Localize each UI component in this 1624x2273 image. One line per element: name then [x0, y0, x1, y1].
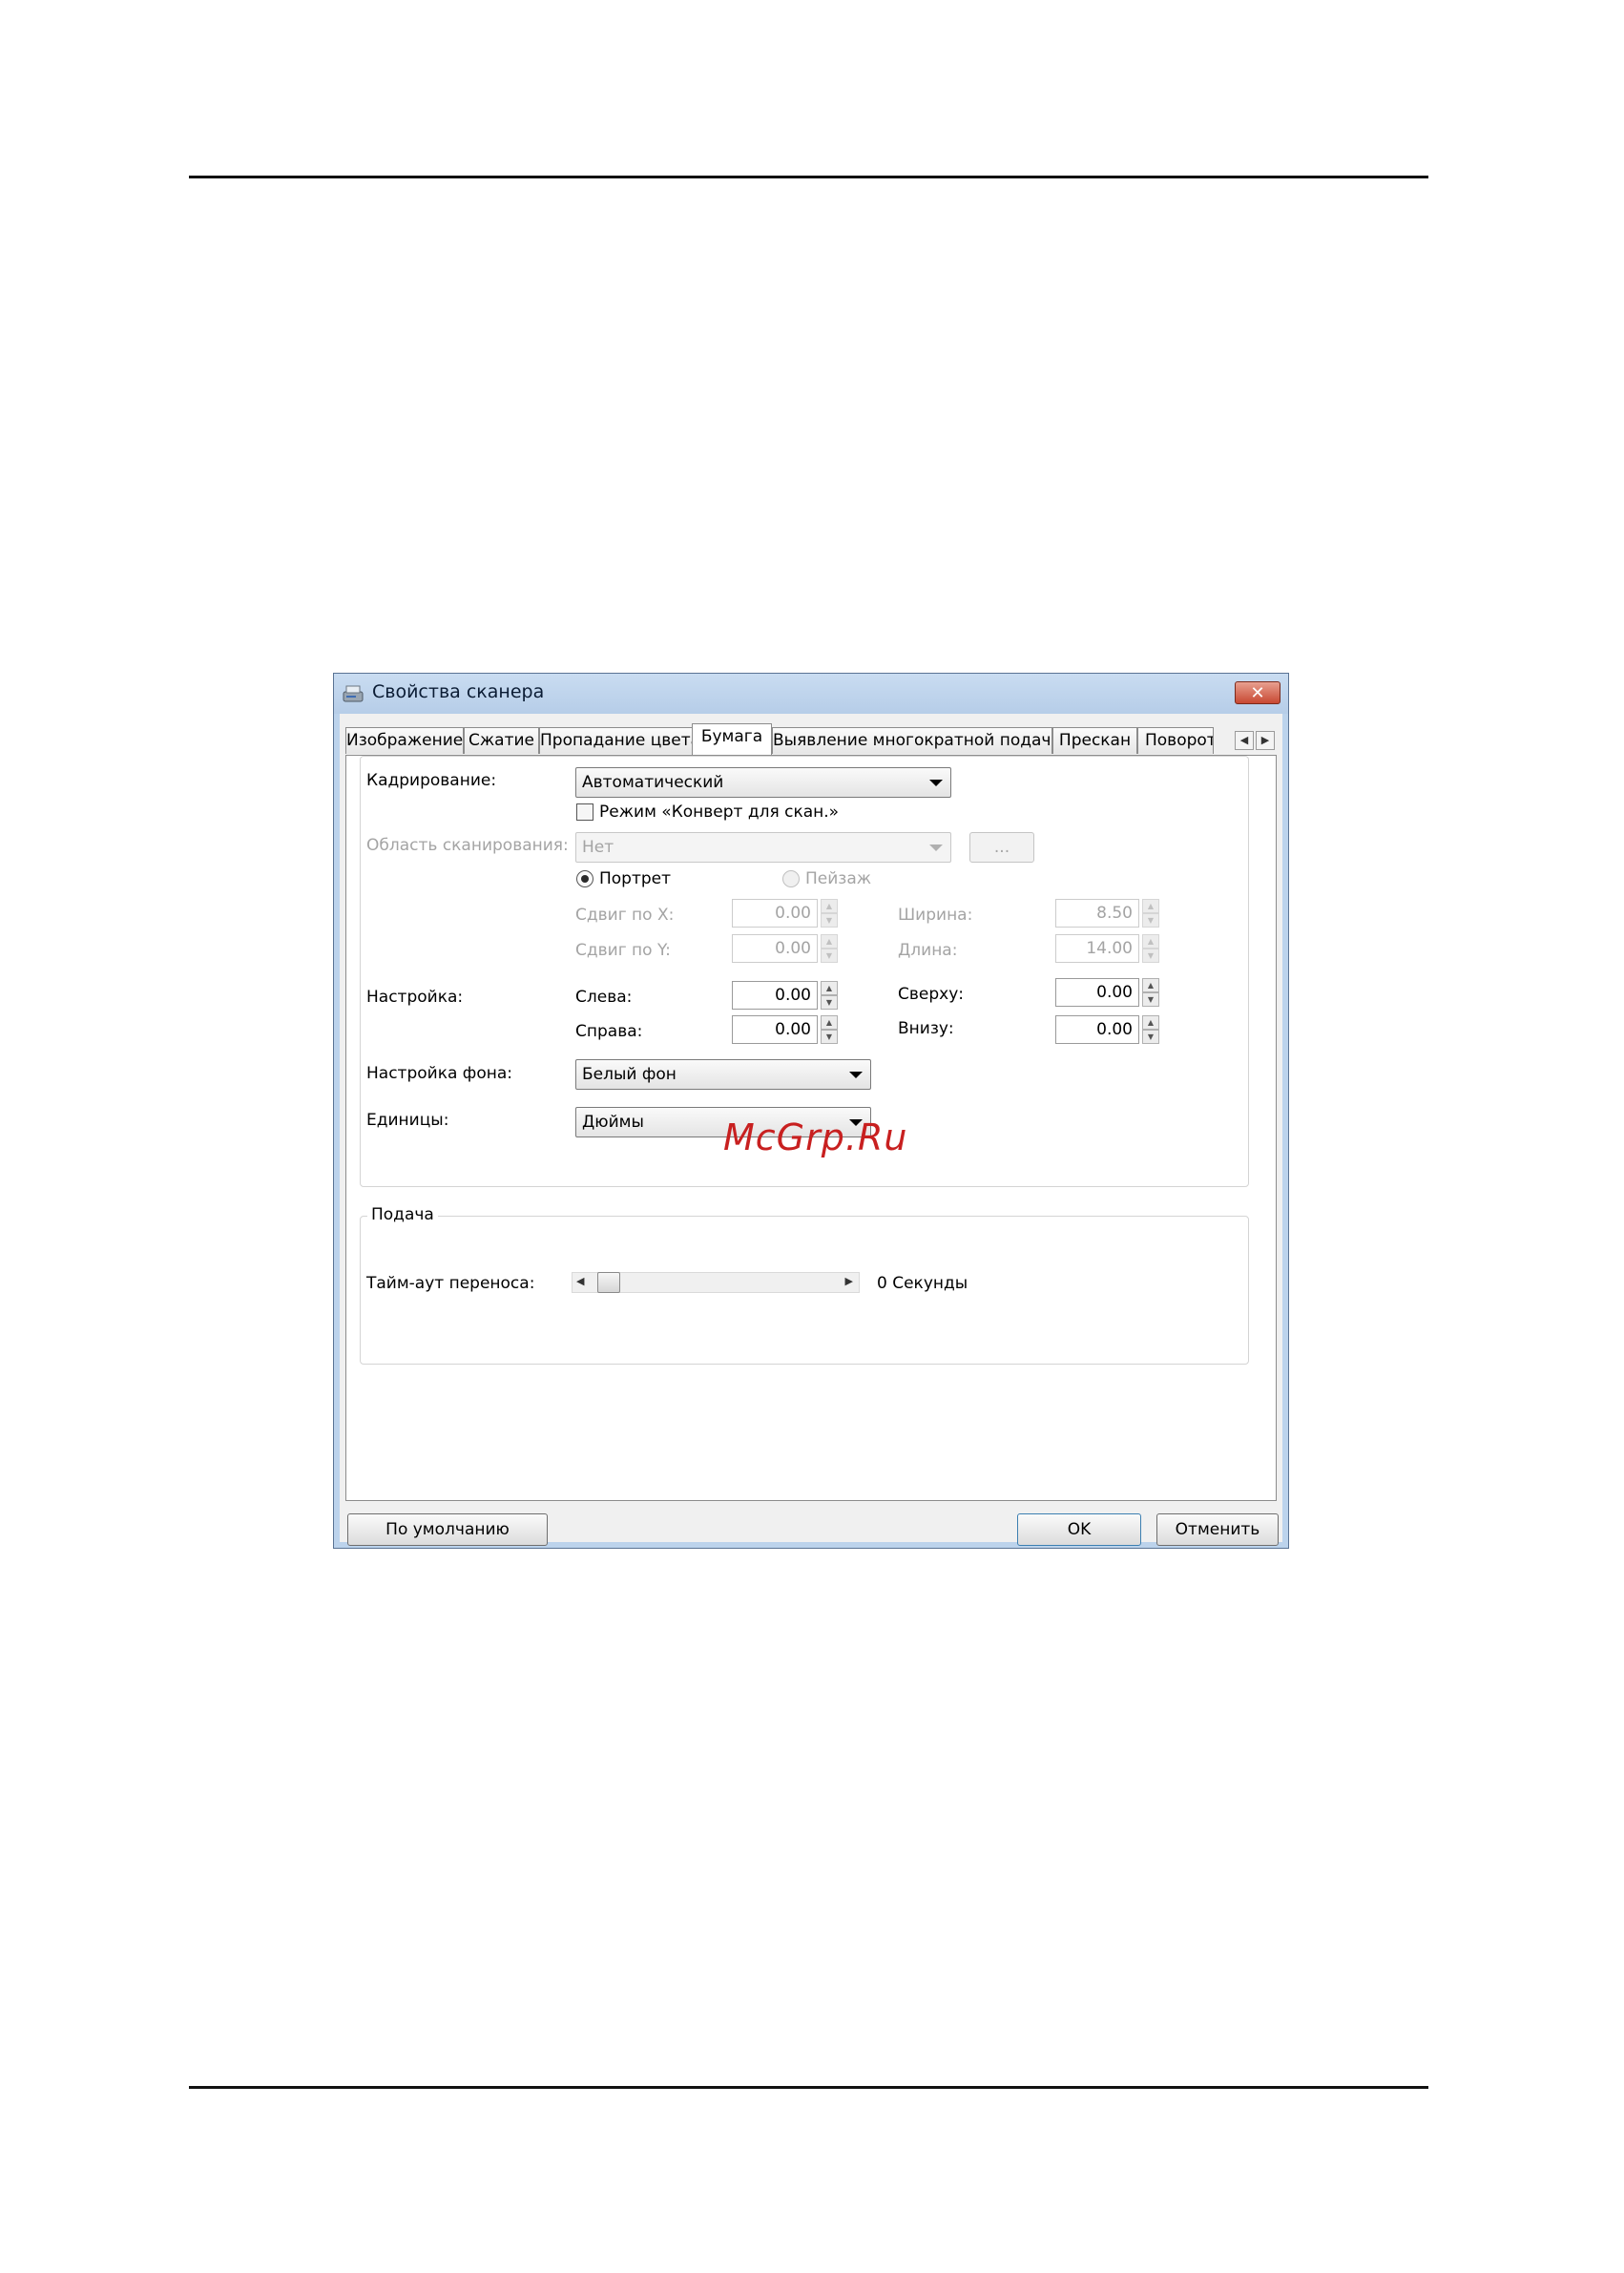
tab-scroll-right-button[interactable]: ▶	[1256, 731, 1275, 750]
adjust-right-input[interactable]: 0.00	[732, 1015, 818, 1044]
scanner-icon	[343, 685, 364, 702]
stepper-up-icon[interactable]: ▲	[1142, 978, 1159, 992]
transfer-timeout-value: 0 Секунды	[877, 1274, 968, 1293]
title-bar[interactable]: Свойства сканера ✕	[334, 674, 1288, 714]
offset-x-label: Сдвиг по X:	[575, 906, 675, 925]
offset-y-stepper[interactable]: ▲ ▼	[821, 934, 838, 963]
adjust-top-label: Сверху:	[898, 985, 964, 1004]
width-label: Ширина:	[898, 906, 973, 925]
dialog-title: Свойства сканера	[372, 681, 545, 702]
length-stepper[interactable]: ▲ ▼	[1142, 934, 1159, 963]
tab-image[interactable]: Изображение	[345, 727, 464, 754]
cropping-select[interactable]: Автоматический	[575, 767, 951, 798]
adjust-bottom-label: Внизу:	[898, 1019, 954, 1038]
scan-area-browse-button[interactable]: ...	[969, 832, 1034, 863]
stepper-up-icon[interactable]: ▲	[821, 1015, 838, 1030]
portrait-radio[interactable]	[576, 870, 593, 887]
units-label: Единицы:	[366, 1111, 449, 1130]
background-select[interactable]: Белый фон	[575, 1059, 871, 1090]
slider-right-arrow-icon[interactable]: ▶	[845, 1275, 853, 1287]
radio-selected-dot-icon	[581, 875, 589, 883]
tab-rotation[interactable]: Поворот	[1137, 727, 1214, 754]
slider-thumb[interactable]	[597, 1272, 620, 1293]
ok-button[interactable]: OK	[1017, 1513, 1141, 1546]
stepper-up-icon[interactable]: ▲	[821, 981, 838, 995]
envelope-mode-checkbox[interactable]	[576, 803, 593, 821]
tab-paper[interactable]: Бумага	[692, 723, 772, 755]
portrait-label[interactable]: Портрет	[599, 869, 671, 888]
envelope-mode-label[interactable]: Режим «Конверт для скан.»	[599, 803, 839, 822]
feed-group-title: Подача	[367, 1205, 438, 1224]
offset-y-input[interactable]: 0.00	[732, 934, 818, 963]
offset-y-label: Сдвиг по Y:	[575, 941, 671, 960]
stepper-up-icon[interactable]: ▲	[1142, 1015, 1159, 1030]
scan-area-label: Область сканирования:	[366, 836, 569, 855]
chevron-down-icon	[849, 1072, 863, 1078]
adjust-label: Настройка:	[366, 988, 464, 1007]
chevron-down-icon	[929, 845, 943, 851]
width-input[interactable]: 8.50	[1055, 899, 1139, 928]
adjust-left-stepper[interactable]: ▲ ▼	[821, 981, 838, 1010]
stepper-down-icon[interactable]: ▼	[1142, 992, 1159, 1007]
watermark: McGrp.Ru	[723, 1116, 908, 1158]
cropping-value: Автоматический	[582, 773, 724, 792]
landscape-label[interactable]: Пейзаж	[805, 869, 871, 888]
tab-compression[interactable]: Сжатие	[464, 727, 539, 754]
stepper-down-icon[interactable]: ▼	[821, 949, 838, 963]
tab-multifeed-detection[interactable]: Выявление многократной подачи	[772, 727, 1052, 754]
offset-x-stepper[interactable]: ▲ ▼	[821, 899, 838, 928]
scan-area-select[interactable]: Нет	[575, 832, 951, 863]
stepper-down-icon[interactable]: ▼	[1142, 1030, 1159, 1044]
tab-strip: Изображение Сжатие Пропадание цвета Бума…	[340, 723, 1282, 756]
chevron-down-icon	[929, 780, 943, 786]
bottom-rule	[189, 2086, 1428, 2089]
stepper-down-icon[interactable]: ▼	[821, 1030, 838, 1044]
adjust-right-stepper[interactable]: ▲ ▼	[821, 1015, 838, 1044]
adjust-left-label: Слева:	[575, 988, 633, 1007]
default-button[interactable]: По умолчанию	[347, 1513, 548, 1546]
tab-prescan[interactable]: Прескан	[1052, 727, 1137, 754]
adjust-right-label: Справа:	[575, 1022, 643, 1041]
stepper-up-icon[interactable]: ▲	[821, 899, 838, 913]
slider-left-arrow-icon[interactable]: ◀	[576, 1275, 584, 1287]
width-stepper[interactable]: ▲ ▼	[1142, 899, 1159, 928]
background-value: Белый фон	[582, 1065, 677, 1084]
scan-area-value: Нет	[582, 838, 614, 857]
units-value: Дюймы	[582, 1113, 644, 1132]
length-label: Длина:	[898, 941, 958, 960]
stepper-down-icon[interactable]: ▼	[1142, 913, 1159, 928]
adjust-top-stepper[interactable]: ▲ ▼	[1142, 978, 1159, 1007]
stepper-down-icon[interactable]: ▼	[821, 995, 838, 1010]
background-label: Настройка фона:	[366, 1064, 512, 1083]
length-input[interactable]: 14.00	[1055, 934, 1139, 963]
transfer-timeout-label: Тайм-аут переноса:	[366, 1274, 535, 1293]
transfer-timeout-slider[interactable]: ◀ ▶	[572, 1272, 860, 1293]
tab-color-dropout[interactable]: Пропадание цвета	[539, 727, 694, 754]
adjust-bottom-stepper[interactable]: ▲ ▼	[1142, 1015, 1159, 1044]
stepper-up-icon[interactable]: ▲	[1142, 899, 1159, 913]
adjust-top-input[interactable]: 0.00	[1055, 978, 1139, 1007]
scanner-properties-dialog: Свойства сканера ✕ Изображение Сжатие Пр…	[333, 673, 1289, 1549]
stepper-up-icon[interactable]: ▲	[821, 934, 838, 949]
offset-x-input[interactable]: 0.00	[732, 899, 818, 928]
cropping-label: Кадрирование:	[366, 771, 497, 790]
top-rule	[189, 176, 1428, 178]
tab-scroll-left-button[interactable]: ◀	[1235, 731, 1254, 750]
adjust-left-input[interactable]: 0.00	[732, 981, 818, 1010]
stepper-down-icon[interactable]: ▼	[821, 913, 838, 928]
stepper-up-icon[interactable]: ▲	[1142, 934, 1159, 949]
adjust-bottom-input[interactable]: 0.00	[1055, 1015, 1139, 1044]
stepper-down-icon[interactable]: ▼	[1142, 949, 1159, 963]
landscape-radio[interactable]	[782, 870, 800, 887]
cancel-button[interactable]: Отменить	[1156, 1513, 1279, 1546]
close-button[interactable]: ✕	[1235, 681, 1280, 704]
